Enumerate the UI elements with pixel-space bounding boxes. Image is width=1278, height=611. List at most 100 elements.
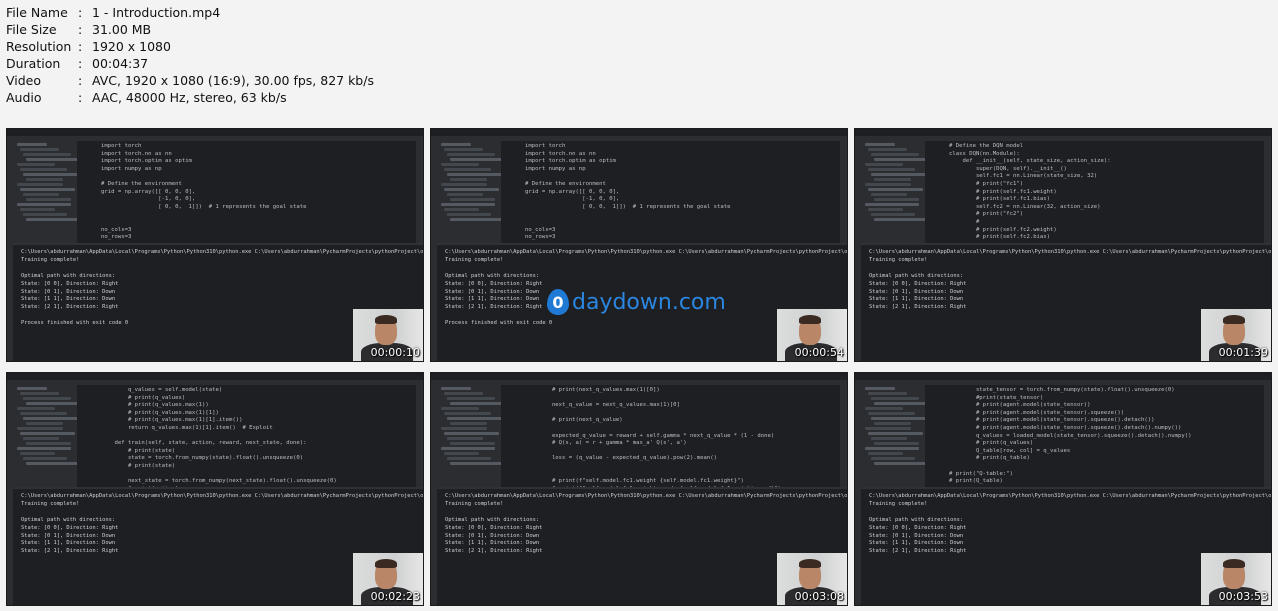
code-line: expected_q_value = reward + self.gamma *… (525, 432, 775, 439)
file-info-separator: : (78, 39, 83, 54)
console-text: C:\Users\abdurrahman\AppData\Local\Progr… (445, 493, 847, 556)
project-tree-item (868, 208, 903, 211)
project-tree-item (23, 173, 79, 176)
code-editor: # Define the DQN model class DQN(nn.Modul… (925, 141, 1264, 243)
project-tree-item (871, 397, 919, 400)
project-tree-item (865, 183, 911, 186)
code-line: # print(next_q_values.max(1)[0]) (525, 387, 660, 393)
code-text: # Define the DQN model class DQN(nn.Modul… (949, 143, 1262, 243)
code-line: [-1, 0, 0], (525, 196, 620, 203)
ide-title-bar (431, 373, 847, 380)
project-tree-item (26, 462, 79, 465)
project-tree-item (868, 168, 915, 171)
project-tree-item (450, 158, 507, 161)
project-tree-item (17, 183, 63, 186)
code-line: # print(self.fc2.weight) (949, 226, 1057, 233)
project-tree-item (450, 198, 495, 201)
code-line: import numpy as np (101, 165, 162, 172)
project-tree-item (26, 158, 83, 161)
project-tree (437, 141, 507, 243)
code-line: no_rows=3 (525, 234, 556, 241)
project-tree (13, 141, 83, 243)
video-thumbnail[interactable]: # print(next_q_values.max(1)[0]) next_q_… (430, 372, 848, 606)
file-info-value: 31.00 MB (92, 22, 152, 37)
presenter-hair (375, 315, 397, 324)
project-tree-item (874, 158, 931, 161)
project-tree-item (447, 213, 491, 216)
code-line: # Q(s, a) = r + gamma * max_a' Q(s', a') (525, 440, 687, 447)
code-line: # print(agent.model(state_tensor)) (949, 402, 1091, 409)
project-tree-item (20, 208, 55, 211)
file-info-row: Video: AVC, 1920 x 1080 (16:9), 30.00 fps… (6, 72, 374, 89)
project-tree-item (26, 402, 83, 405)
console-line: Training complete! (21, 256, 80, 263)
file-info-separator: : (78, 73, 83, 88)
console-line: State: [1 1], Direction: Down (21, 540, 116, 547)
code-line: # print(f"self.model.fc1.weight {self.mo… (525, 478, 744, 485)
console-line: C:\Users\abdurrahman\AppData\Local\Progr… (445, 249, 848, 255)
code-line: # print("fc1") (949, 180, 1024, 187)
project-tree-item (441, 387, 471, 390)
file-info-row: Duration:00:04:37 (6, 55, 374, 72)
console-line: Training complete! (445, 256, 504, 263)
code-line: #print(state_tensor) (949, 394, 1044, 401)
code-line: no_cols=3 (525, 226, 556, 233)
code-line: no_rows=3 (101, 234, 132, 241)
project-tree-item (450, 178, 487, 181)
project-tree-item (17, 163, 55, 166)
project-tree-item (874, 178, 911, 181)
code-line: # print(next_q_value) (525, 417, 623, 424)
code-line: self.fc1 = nn.Linear(state_size, 32) (949, 173, 1098, 180)
video-thumbnail[interactable]: # Define the DQN model class DQN(nn.Modul… (854, 128, 1272, 362)
project-tree-item (20, 148, 59, 151)
code-line: # print(self.fc2.bias) (949, 234, 1051, 241)
project-tree-item (20, 452, 55, 455)
project-tree-item (871, 173, 927, 176)
code-line: # print(q_values) (101, 394, 186, 401)
video-thumbnail[interactable]: q_values = self.model(state) # print(q_v… (6, 372, 424, 606)
project-tree-item (26, 218, 79, 221)
file-info-panel: File Name:1 - Introduction.mp4 File Size:… (6, 4, 374, 106)
code-line: import numpy as np (525, 165, 586, 172)
presenter-hair (1223, 315, 1245, 324)
console-line: State: [0 0], Direction: Right (869, 280, 967, 287)
project-tree-item (444, 432, 499, 435)
project-tree-item (871, 437, 907, 440)
code-line: def train(self, state, action, reward, n… (101, 440, 307, 447)
project-tree-item (26, 422, 63, 425)
console-line: State: [0 1], Direction: Down (21, 288, 116, 295)
code-text: # print(next_q_values.max(1)[0]) next_q_… (525, 387, 838, 487)
console-line: Optimal path with directions: (21, 272, 116, 279)
console-line: State: [0 1], Direction: Down (445, 532, 540, 539)
ide-right-strip (415, 385, 423, 487)
console-line: State: [0 1], Direction: Down (869, 288, 964, 295)
file-info-separator: : (78, 5, 83, 20)
code-line: # print(state) (101, 462, 176, 469)
project-tree-item (450, 218, 503, 221)
project-tree-item (865, 203, 919, 206)
console-line: Optimal path with directions: (869, 516, 964, 523)
console-line: State: [0 0], Direction: Right (445, 280, 543, 287)
video-thumbnail[interactable]: import torch import torch.nn as nn import … (6, 128, 424, 362)
video-thumbnail[interactable]: import torch import torch.nn as nn import … (430, 128, 848, 362)
code-editor: q_values = self.model(state) # print(q_v… (77, 385, 416, 487)
code-text: q_values = self.model(state) # print(q_v… (101, 387, 414, 487)
console-line: Training complete! (445, 500, 504, 507)
ide-right-strip (839, 385, 847, 487)
console-line: State: [1 1], Direction: Down (445, 540, 540, 547)
project-tree-item (17, 427, 63, 430)
project-tree-item (868, 188, 923, 191)
code-line: [-1, 0, 0], (101, 196, 196, 203)
file-info-label: File Size (6, 22, 57, 37)
video-thumbnail[interactable]: state_tensor = torch.from_numpy(state).f… (854, 372, 1272, 606)
project-tree-item (20, 432, 75, 435)
console-line: State: [0 0], Direction: Right (21, 524, 119, 531)
